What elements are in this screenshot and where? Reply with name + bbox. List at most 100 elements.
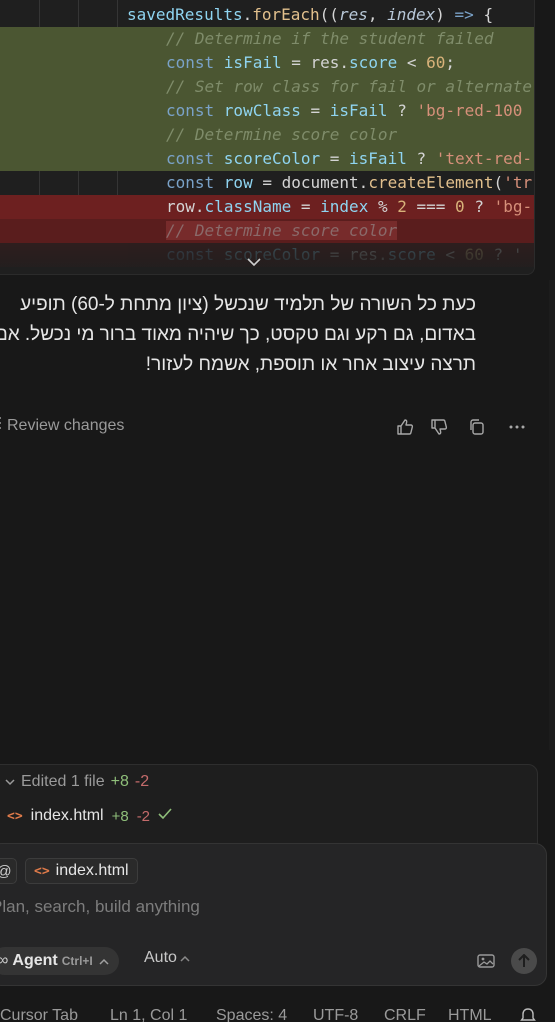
chat-composer: @ <> index.html ∞ Agent Ctrl+I Auto <box>0 843 547 986</box>
code-token: { <box>473 5 494 24</box>
thumbs-down-icon[interactable] <box>428 416 450 438</box>
status-eol[interactable]: CRLF <box>384 1007 426 1022</box>
edited-file-name: index.html <box>30 807 104 824</box>
code-token: 2 <box>397 197 407 216</box>
image-attach-icon[interactable] <box>475 950 497 972</box>
code-token: isFail <box>349 149 407 168</box>
thumbs-up-icon[interactable] <box>394 416 416 438</box>
code-text: const scoreColor = isFail ? 'text-red- <box>166 147 532 171</box>
code-token: = <box>291 197 321 216</box>
code-line-added: // Determine score color <box>0 123 534 147</box>
code-token: 0 <box>455 197 465 216</box>
code-line-added: // Set row class for fail or alternate <box>0 75 534 99</box>
code-token: = <box>300 101 330 120</box>
code-token: index <box>320 197 369 216</box>
model-label: Auto <box>144 949 177 966</box>
code-token: isFail <box>329 101 388 120</box>
code-token: savedResults <box>127 5 243 24</box>
code-token: // Set row class for fail or alternate <box>166 77 533 96</box>
code-token: % <box>368 197 398 216</box>
code-token: => <box>454 5 474 24</box>
code-text: const rowClass = isFail ? 'bg-red-100 <box>166 99 522 123</box>
code-token: . <box>339 53 350 72</box>
code-token: // Determine score color <box>166 125 398 144</box>
message-line: תרצה עיצוב אחר או תוספת, אשמח לעזור! <box>145 354 476 375</box>
lines-removed-count: -2 <box>134 773 150 790</box>
message-line: כעת כל השורה של תלמיד שנכשל (ציון מתחת ל… <box>20 294 476 315</box>
code-text: const row = document.createElement('tr <box>166 171 532 195</box>
code-token: ; <box>445 53 456 72</box>
code-token: row <box>223 173 253 192</box>
model-selector[interactable]: Auto <box>144 949 190 967</box>
send-button[interactable] <box>511 948 537 974</box>
code-token: res <box>310 53 340 72</box>
code-line-added: const isFail = res.score < 60; <box>0 51 534 75</box>
code-text: // Determine if the student failed <box>166 27 494 51</box>
add-context-button[interactable]: @ <box>0 858 17 884</box>
status-cursor-tab[interactable]: Cursor Tab <box>0 1007 78 1022</box>
chevron-up-icon <box>99 952 109 970</box>
chat-scrollbar[interactable] <box>549 280 555 750</box>
code-token: 'bg-red-100 <box>416 101 523 120</box>
code-token: document <box>281 173 359 192</box>
code-line-added: const rowClass = isFail ? 'bg-red-100 <box>0 99 534 123</box>
html-file-icon: <> <box>7 808 23 824</box>
code-token: ? <box>387 101 417 120</box>
more-options-icon[interactable] <box>506 416 528 438</box>
code-token: rowClass <box>223 101 301 120</box>
edited-files-panel: Edited 1 file +8 -2 <> index.html +8 -2 <box>0 764 538 854</box>
code-token: . <box>194 197 205 216</box>
agent-label: Agent <box>12 952 58 969</box>
status-position[interactable]: Ln 1, Col 1 <box>110 1007 187 1022</box>
code-token: = <box>320 149 350 168</box>
code-token: ( <box>493 173 504 192</box>
code-diff-block[interactable]: savedResults.forEach((res, index) => {//… <box>0 0 535 275</box>
code-token: row <box>166 197 195 216</box>
status-language[interactable]: HTML <box>448 1007 492 1022</box>
review-changes-button[interactable]: Review changes <box>0 416 124 435</box>
agent-mode-button[interactable]: ∞ Agent Ctrl+I <box>0 947 119 975</box>
code-token: score <box>349 53 398 72</box>
code-token: ) <box>435 5 455 24</box>
context-file-chip[interactable]: <> index.html <box>25 858 138 884</box>
code-text: // Determine score color <box>166 123 397 147</box>
bell-icon[interactable] <box>520 1006 536 1022</box>
status-bar: Cursor Tab Ln 1, Col 1 Spaces: 4 UTF-8 C… <box>0 1003 555 1022</box>
message-line: באדום, גם רקע וגם טקסט, כך שיהיה מאוד בר… <box>0 324 476 345</box>
code-token: const <box>166 101 224 120</box>
infinity-icon: ∞ <box>0 952 9 969</box>
message-actions: Review changes <box>0 412 555 442</box>
code-token: , <box>367 5 388 24</box>
code-token: 'bg- <box>493 197 533 216</box>
status-encoding[interactable]: UTF-8 <box>313 1007 358 1022</box>
chevron-down-icon <box>5 773 15 791</box>
copy-icon[interactable] <box>466 416 488 438</box>
code-line-context: const row = document.createElement('tr <box>0 171 534 195</box>
code-token: . <box>358 173 369 192</box>
code-line-added: const scoreColor = isFail ? 'text-red- <box>0 147 534 171</box>
edited-files-toggle[interactable]: Edited 1 file +8 -2 <box>5 773 149 791</box>
code-line-added: // Determine if the student failed <box>0 27 534 51</box>
code-token: // Determine if the student failed <box>166 29 494 48</box>
code-token: const <box>166 173 224 192</box>
edited-file-item[interactable]: <> index.html +8 -2 <box>7 807 172 825</box>
file-lines-added: +8 <box>111 807 129 825</box>
code-token: = <box>252 173 282 192</box>
code-token: index <box>387 5 436 24</box>
code-token: ? <box>406 149 436 168</box>
code-line-removed-strong: row.className = index % 2 === 0 ? 'bg- <box>0 195 534 219</box>
review-list-icon <box>0 416 2 435</box>
cursor-chat-panel: savedResults.forEach((res, index) => {//… <box>0 0 555 1022</box>
prompt-input[interactable] <box>0 894 491 920</box>
code-token: 60 <box>426 53 446 72</box>
expand-chevron-icon[interactable] <box>241 252 267 272</box>
code-text: // Set row class for fail or alternate <box>166 75 532 99</box>
code-token: ? <box>464 197 494 216</box>
checkmark-icon <box>158 807 172 825</box>
at-symbol: @ <box>0 863 12 880</box>
code-token: forEach <box>252 5 320 24</box>
code-text: const isFail = res.score < 60; <box>166 51 455 75</box>
status-spaces[interactable]: Spaces: 4 <box>216 1007 287 1022</box>
file-lines-removed: -2 <box>136 807 151 825</box>
code-token: = <box>281 53 311 72</box>
